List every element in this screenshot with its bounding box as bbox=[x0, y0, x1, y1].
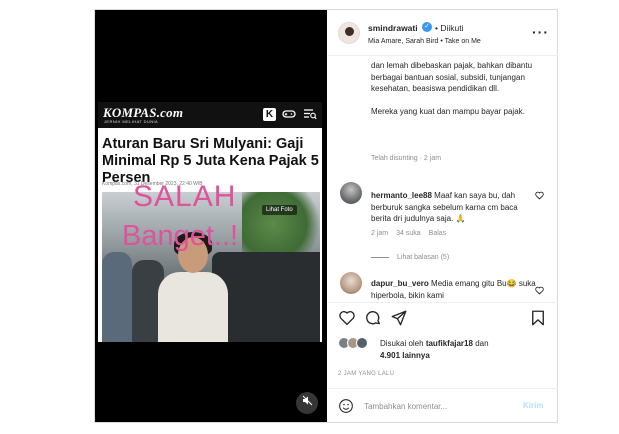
share-icon[interactable] bbox=[390, 309, 408, 327]
gamepad-icon bbox=[282, 108, 296, 124]
caption-meta: Telah disunting · 2 jam bbox=[371, 155, 442, 162]
comment-time: 2 jam bbox=[371, 230, 389, 237]
reply-button[interactable]: Balas bbox=[429, 230, 447, 237]
post-header: smindrawati ✓ • Diikuti Mia Amare, Sarah… bbox=[328, 10, 558, 56]
news-header-bar: KOMPAS.com JERNIH MELIHAT DUNIA K bbox=[98, 102, 322, 128]
post-author-username[interactable]: smindrawati bbox=[368, 23, 418, 33]
heart-icon[interactable] bbox=[535, 286, 544, 297]
mute-icon[interactable] bbox=[296, 392, 318, 414]
comment-text: hermanto_lee88 Maaf kan saya bu, dah ber… bbox=[371, 190, 536, 225]
k-icon: K bbox=[263, 108, 276, 121]
comment-username[interactable]: hermanto_lee88 bbox=[371, 191, 432, 200]
overlay-text-banget: Banget..! bbox=[122, 220, 239, 252]
follow-status-label: Diikuti bbox=[440, 23, 464, 33]
view-replies-label: Lihat balasan (5) bbox=[397, 254, 450, 261]
news-tagline: JERNIH MELIHAT DUNIA bbox=[104, 119, 159, 124]
menu-search-icon bbox=[303, 108, 317, 124]
avatar[interactable] bbox=[340, 272, 362, 294]
comment-text: dapur_bu_vero Media emang gitu Bu😂 suka … bbox=[371, 278, 536, 301]
liker-username[interactable]: taufikfajar18 bbox=[426, 339, 473, 348]
likes-and: dan bbox=[475, 339, 489, 348]
post-actions-bar bbox=[328, 302, 558, 332]
bookmark-icon[interactable] bbox=[529, 309, 547, 327]
post-dialog: KOMPAS.com JERNIH MELIHAT DUNIA K Aturan… bbox=[94, 9, 558, 423]
likes-text: Disukai oleh taufikfajar18 dan 4.901 lai… bbox=[380, 338, 489, 361]
post-caption: dan lemah dibebaskan pajak, bahkan diban… bbox=[371, 60, 551, 130]
comment-likes[interactable]: 34 suka bbox=[396, 230, 421, 237]
comment-username[interactable]: dapur_bu_vero bbox=[371, 279, 429, 288]
caption-paragraph: dan lemah dibebaskan pajak, bahkan diban… bbox=[371, 61, 533, 94]
avatar[interactable] bbox=[340, 182, 362, 204]
heart-icon[interactable] bbox=[535, 191, 544, 202]
music-info[interactable]: Mia Amare, Sarah Bird • Take on Me bbox=[368, 38, 481, 45]
likes-count[interactable]: 4.901 lainnya bbox=[380, 351, 430, 360]
post-sidebar: smindrawati ✓ • Diikuti Mia Amare, Sarah… bbox=[328, 10, 558, 422]
view-replies-button[interactable]: Lihat balasan (5) bbox=[371, 254, 449, 261]
view-photo-button: Lihat Foto bbox=[262, 205, 297, 215]
emoji-icon[interactable] bbox=[338, 398, 354, 414]
verified-icon: ✓ bbox=[422, 22, 432, 32]
caption-paragraph: Mereka yang kuat dan mampu bayar pajak. bbox=[371, 107, 525, 117]
like-heart-icon[interactable] bbox=[338, 309, 356, 327]
more-options-icon[interactable]: ··· bbox=[532, 24, 549, 40]
avatar bbox=[356, 337, 368, 349]
send-comment-button[interactable]: Kirim bbox=[523, 401, 543, 410]
likes-summary: Disukai oleh taufikfajar18 dan 4.901 lai… bbox=[338, 336, 553, 362]
comment-meta: 2 jam 34 suka Balas bbox=[371, 230, 454, 237]
add-comment-bar: Kirim bbox=[328, 388, 558, 422]
overlay-text-salah: SALAH bbox=[133, 180, 237, 213]
follow-status[interactable]: • Diikuti bbox=[435, 23, 464, 33]
post-timestamp: 2 JAM YANG LALU bbox=[338, 371, 395, 377]
avatar[interactable] bbox=[338, 22, 360, 44]
likes-prefix: Disukai oleh bbox=[380, 339, 424, 348]
separator-dot: • bbox=[435, 23, 438, 33]
add-comment-input[interactable] bbox=[364, 398, 514, 414]
comment-icon[interactable] bbox=[364, 309, 382, 327]
post-media[interactable]: KOMPAS.com JERNIH MELIHAT DUNIA K Aturan… bbox=[95, 10, 327, 422]
